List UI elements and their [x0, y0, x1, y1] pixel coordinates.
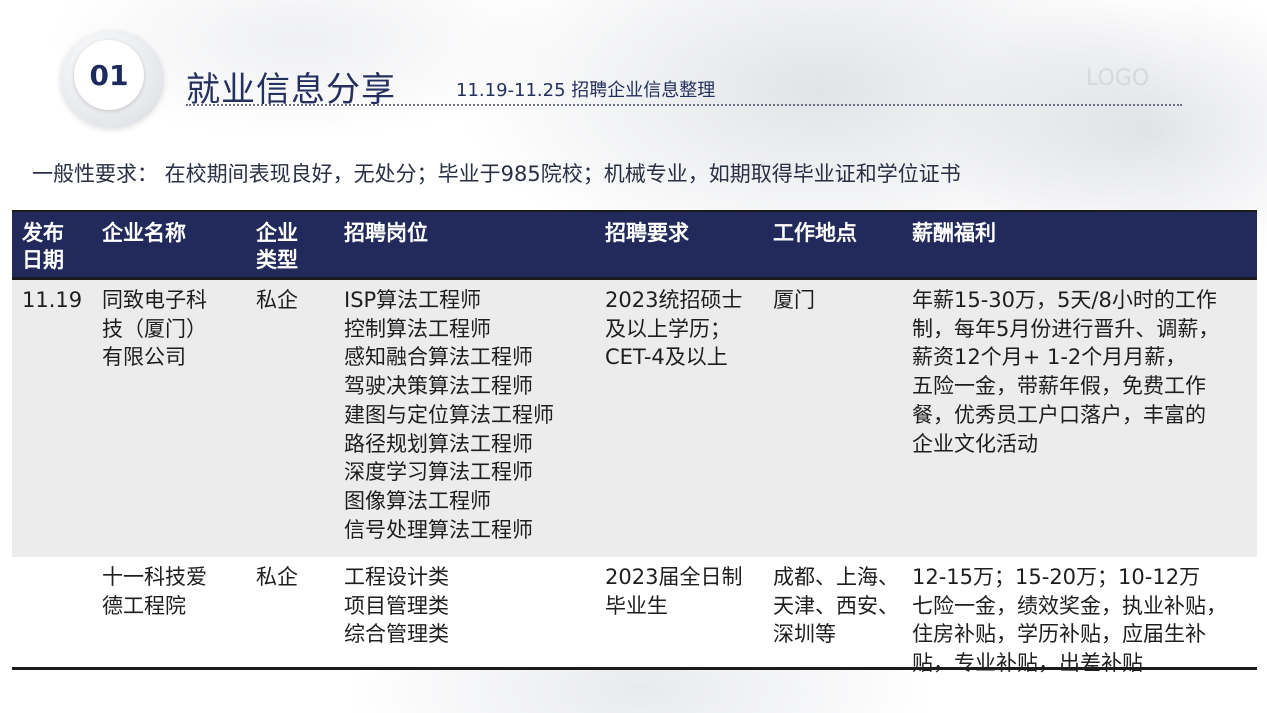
- cell-line: 制，每年5月份进行晋升、调薪，: [912, 316, 1220, 341]
- cell-company: 同致电子科技（厦门） 有限公司: [102, 286, 207, 372]
- cell-line: 招聘要求: [605, 221, 689, 245]
- cell-line: 私企: [256, 288, 298, 312]
- page-subtitle: 11.19-11.25 招聘企业信息整理: [456, 80, 716, 101]
- header-company: 企业名称: [102, 220, 186, 247]
- cell-line: 天津、西安、: [773, 593, 899, 618]
- section-number: 01: [74, 40, 144, 110]
- cell-line: 类型: [256, 248, 298, 272]
- cell-line: 发布: [22, 221, 64, 245]
- cell-line: 餐，优秀员工户口落户，丰富的: [912, 402, 1206, 427]
- cell-line: 成都、上海、: [773, 565, 899, 589]
- cell-benefits: 12-15万；15-20万；10-12万七险一金，绩效奖金，执业补贴， 住房补贴，…: [912, 563, 1227, 678]
- cell-location: 成都、上海、 天津、西安、 深圳等: [773, 563, 899, 649]
- cell-company: 十一科技爱 德工程院: [102, 563, 207, 620]
- cell-line: 综合管理类: [344, 622, 449, 647]
- cell-requirements: 2023届全日制 毕业生: [605, 563, 742, 620]
- cell-line: 企业: [256, 221, 298, 245]
- cell-line: 技（厦门）: [102, 316, 207, 341]
- cell-line: 工作地点: [773, 221, 857, 245]
- cell-line: 德工程院: [102, 593, 186, 618]
- header-date: 发布 日期: [22, 220, 64, 274]
- header-requirements: 招聘要求: [605, 220, 689, 247]
- cell-location: 厦门: [773, 286, 815, 315]
- cell-line: 日期: [22, 248, 64, 272]
- cell-line: 信号处理算法工程师: [344, 517, 533, 542]
- cell-line: 企业文化活动: [912, 431, 1038, 456]
- cell-type: 私企: [256, 286, 298, 315]
- general-requirement: 一般性要求： 在校期间表现良好，无处分；毕业于985院校；机械专业，如期取得毕业…: [32, 162, 961, 186]
- cell-line: 11.19: [22, 288, 83, 312]
- cell-line: 及以上学历；: [605, 316, 731, 341]
- cell-positions: ISP算法工程师 控制算法工程师感知融合算法工程师 驾驶决策算法工程师 建图与定位算法…: [344, 286, 554, 544]
- title-divider: [186, 104, 1182, 106]
- cell-benefits: 年薪15-30万，5天/8小时的工作 制，每年5月份进行晋升、调薪， 薪资12个月+…: [912, 286, 1219, 458]
- cell-line: 毕业生: [605, 593, 668, 618]
- header-benefits: 薪酬福利: [912, 220, 996, 247]
- cell-line: 厦门: [773, 288, 815, 312]
- cell-date: 11.19: [22, 286, 82, 315]
- cell-line: 贴，专业补贴，出差补贴: [912, 651, 1143, 676]
- cell-line: 招聘岗位: [344, 221, 428, 245]
- cell-line: 十一科技爱: [102, 565, 207, 589]
- cell-positions: 工程设计类项目管理类综合管理类: [344, 563, 449, 649]
- cell-line: 私企: [256, 565, 298, 589]
- cell-line: 同致电子科: [102, 288, 207, 312]
- cell-line: 工程设计类: [344, 565, 449, 589]
- cell-line: 路径规划算法工程师: [344, 431, 533, 456]
- recruitment-table: 发布日期 企业名称 企业类型 招聘岗位 招聘要求 工作地点 薪酬福利 11.19…: [12, 210, 1257, 675]
- cell-line: 2023统招硕士: [605, 288, 743, 312]
- cell-line: 深度学习算法工程师: [344, 460, 533, 485]
- cell-type: 私企: [256, 563, 298, 592]
- table-header: 发布日期 企业名称 企业类型 招聘岗位 招聘要求 工作地点 薪酬福利: [12, 210, 1257, 280]
- cell-line: 控制算法工程师: [344, 316, 491, 341]
- cell-line: 图像算法工程师: [344, 488, 491, 513]
- header-type: 企业 类型: [256, 220, 298, 274]
- section-number-badge: 01: [60, 30, 170, 130]
- cell-line: 深圳等: [773, 622, 836, 647]
- cell-line: 12-15万；15-20万；10-12万: [912, 565, 1201, 589]
- table-row: 十一科技爱德工程院 私企 工程设计类项目管理类综合管理类 2023届全日制 毕业生…: [12, 557, 1257, 675]
- cell-requirements: 2023统招硕士 及以上学历； CET-4及以上: [605, 286, 742, 372]
- table-row: 11.19 同致电子科技（厦门） 有限公司 私企 ISP算法工程师 控制算法工程师感…: [12, 280, 1257, 557]
- cell-line: 驾驶决策算法工程师: [344, 374, 533, 399]
- header-location: 工作地点: [773, 220, 857, 247]
- cell-line: ISP算法工程师: [344, 288, 482, 312]
- cell-line: 项目管理类: [344, 593, 449, 618]
- cell-line: 七险一金，绩效奖金，执业补贴，: [912, 593, 1227, 618]
- cell-line: 薪资12个月+ 1-2个月月薪，: [912, 345, 1187, 370]
- cell-line: 五险一金，带薪年假，免费工作: [912, 374, 1206, 399]
- logo-placeholder: LOGO: [1086, 66, 1150, 91]
- cell-line: CET-4及以上: [605, 345, 728, 370]
- cell-line: 年薪15-30万，5天/8小时的工作: [912, 288, 1217, 312]
- cell-line: 建图与定位算法工程师: [344, 402, 554, 427]
- cell-line: 住房补贴，学历补贴，应届生补: [912, 622, 1206, 647]
- header-positions: 招聘岗位: [344, 220, 428, 247]
- cell-line: 有限公司: [102, 345, 186, 370]
- cell-line: 薪酬福利: [912, 221, 996, 245]
- cell-line: 感知融合算法工程师: [344, 345, 533, 370]
- cell-line: 企业名称: [102, 221, 186, 245]
- cell-line: 2023届全日制: [605, 565, 743, 589]
